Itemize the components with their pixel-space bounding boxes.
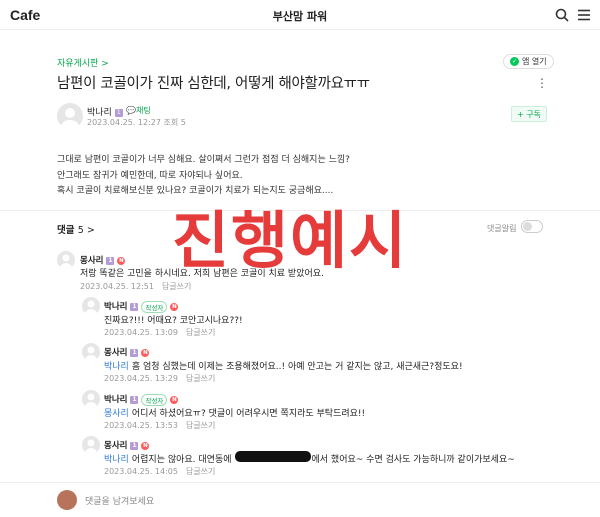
search-icon[interactable] [553,6,571,24]
commenter-avatar[interactable] [82,343,100,361]
comment-text: 박나리 흠 엄청 심했는데 이제는 조용해졌어요..! 아예 안고는 거 같지는 … [104,362,463,372]
comment-text: 진짜요?!!! 어때요? 코안고시나요??! [104,316,243,326]
follow-button[interactable]: + 구독 [511,106,547,122]
comment-meta: 2023.04.25. 13:53 답글쓰기 [104,421,216,430]
board-link[interactable]: 자유게시판 > [57,56,109,69]
reply-link[interactable]: 답글쓰기 [186,467,215,476]
body-line: 그대로 남편이 코골이가 너무 심해요. 살이쪄서 그런가 점점 더 심해지는 … [57,155,350,165]
chat-button[interactable]: 💬채팅 [126,105,151,116]
reply-link[interactable]: 답글쓰기 [162,282,191,291]
post-title: 남편이 코골이가 진짜 심한데, 어떻게 해야할까요ㅠㅠ [57,76,370,92]
new-badge: N [170,302,179,311]
reply-link[interactable]: 답글쓰기 [186,374,215,383]
chat-icon: 💬 [126,106,136,115]
comment-meta: 2023.04.25. 14:05 답글쓰기 [104,467,216,476]
commenter-name[interactable]: 박나리 1 작성자 N [104,300,179,313]
level-badge: 1 [130,441,139,450]
post-meta: 2023.04.25. 12:27 조회 5 [87,118,186,127]
comment-meta: 2023.04.25. 13:29 답글쓰기 [104,374,216,383]
commenter-name[interactable]: 몽사리 1 N [104,346,150,358]
watermark-text: 진행예시 [172,204,409,277]
divider [0,482,600,483]
commenter-name[interactable]: 박나리 1 작성자 N [104,393,179,406]
my-avatar [57,490,77,510]
app-icon: ✓ [510,57,519,66]
more-icon[interactable]: ⋮ [536,76,548,90]
app-open-label: 앱 열기 [522,57,547,66]
cafe-name[interactable]: 부산맘 파워 [0,8,600,24]
top-bar: Cafe 부산맘 파워 [0,0,600,30]
level-badge: 1 [130,395,139,404]
new-badge: N [141,348,150,357]
mention[interactable]: 박나리 [104,362,129,372]
comment-text: 몽사리 어디서 하셨어요ㅠ? 댓글이 어려우시면 쪽지라도 부탁드려요!! [104,409,366,419]
chat-label: 채팅 [135,106,151,115]
level-badge: 1 [106,256,115,265]
new-badge: N [141,441,150,450]
comment-meta: 2023.04.25. 13:09 답글쓰기 [104,328,216,337]
comment-meta: 2023.04.25. 12:51 답글쓰기 [80,282,192,291]
level-badge: 1 [130,348,139,357]
commenter-avatar[interactable] [82,297,100,315]
menu-icon[interactable] [575,6,593,24]
commenter-avatar[interactable] [82,390,100,408]
reply-link[interactable]: 답글쓰기 [186,421,215,430]
comment-count[interactable]: 댓글 5 > [57,222,95,236]
redaction-mark [235,451,311,462]
comment-alarm-toggle[interactable] [521,220,543,233]
comment-alarm-label: 댓글알림 [487,224,517,233]
new-badge: N [117,256,126,265]
body-line: 안그래도 잠귀가 예민한데, 따로 자야되나 싶어요. [57,170,243,181]
reply-link[interactable]: 답글쓰기 [186,328,215,337]
writer-badge: 작성자 [141,393,168,406]
commenter-avatar[interactable] [82,436,100,454]
commenter-name[interactable]: 몽사리 1 N [80,254,126,266]
new-badge: N [170,395,179,404]
comment-input[interactable]: 댓글을 남겨보세요 [85,494,154,507]
author-avatar[interactable] [57,103,83,129]
app-open-button[interactable]: ✓ 앱 열기 [503,54,554,69]
commenter-avatar[interactable] [57,251,75,269]
level-badge: 1 [114,108,123,117]
commenter-name[interactable]: 몽사리 1 N [104,439,150,451]
mention[interactable]: 몽사리 [104,409,129,419]
mention[interactable]: 박나리 [104,455,129,465]
writer-badge: 작성자 [141,300,168,313]
level-badge: 1 [130,302,139,311]
